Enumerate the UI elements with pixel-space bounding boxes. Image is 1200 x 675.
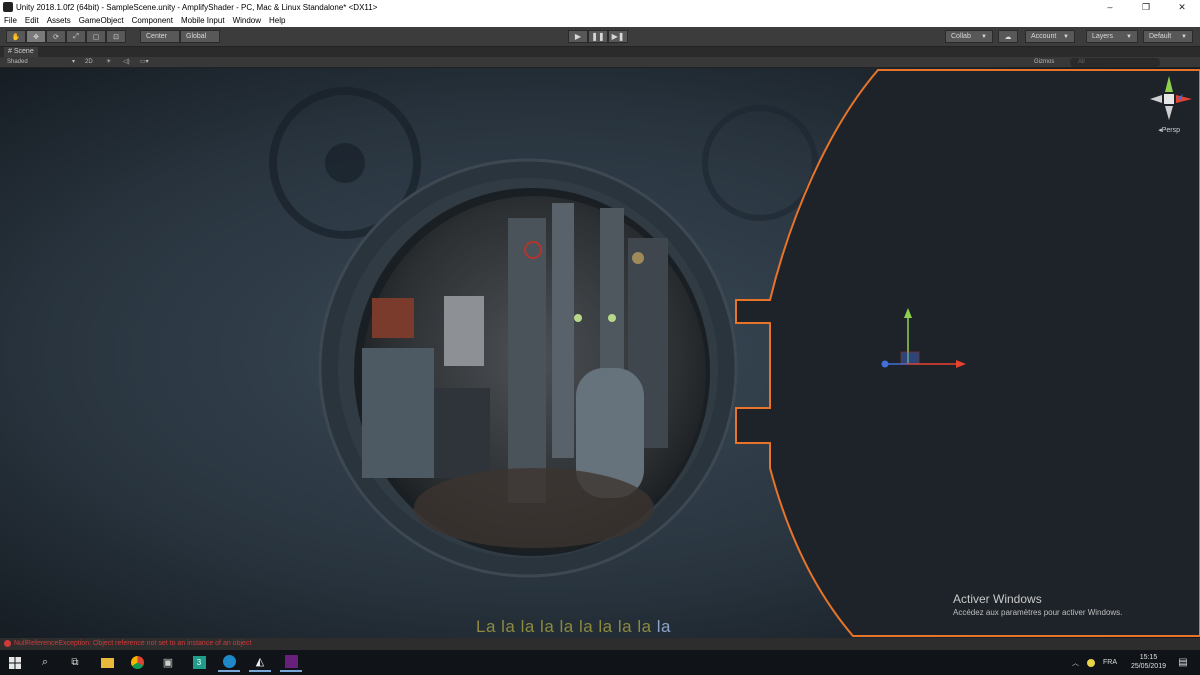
menu-file[interactable]: File	[4, 16, 17, 25]
chevron-down-icon: ▾	[72, 59, 76, 65]
task-view-icon[interactable]: ⧉	[64, 653, 86, 672]
cloud-group: ☁	[998, 30, 1018, 43]
rotate-tool-icon[interactable]: ⟳	[46, 30, 66, 43]
move-tool-icon[interactable]: ✥	[26, 30, 46, 43]
menu-edit[interactable]: Edit	[25, 16, 39, 25]
scale-tool-icon[interactable]: ⤢	[66, 30, 86, 43]
collab-label: Collab	[951, 33, 971, 40]
minimize-button[interactable]: –	[1092, 0, 1128, 14]
lyrics-main: La la la la la la la la la	[476, 617, 652, 636]
layout-label: Default	[1149, 33, 1172, 40]
pause-button[interactable]: ❚❚	[588, 30, 608, 43]
visual-studio-icon[interactable]	[280, 653, 302, 672]
tray-chevron-up-icon[interactable]: ︿	[1072, 658, 1079, 668]
lyrics-last-word: la	[656, 617, 672, 636]
title-bar: Unity 2018.1.0f2 (64bit) - SampleScene.u…	[0, 0, 1200, 14]
scene-tab-label: Scene	[13, 48, 34, 55]
chevron-down-icon: ▼	[981, 33, 987, 40]
main-toolbar: ✋ ✥ ⟳ ⤢ ▢ ⊡ Center Global ▶ ❚❚ ▶❚ Collab…	[0, 27, 1200, 47]
app-3-icon[interactable]: 3	[188, 653, 210, 672]
play-button[interactable]: ▶	[568, 30, 588, 43]
menu-gameobject[interactable]: GameObject	[79, 16, 124, 25]
account-group: Account ▼	[1025, 30, 1075, 43]
cloud-icon[interactable]: ☁	[998, 30, 1018, 43]
search-icon[interactable]: ⌕	[34, 653, 56, 672]
pivot-label: Center	[146, 33, 168, 40]
chevron-down-icon: ▼	[1181, 33, 1187, 40]
close-button[interactable]: ✕	[1164, 0, 1200, 14]
system-tray: ︿ FRA	[1072, 650, 1117, 675]
pivot-center-button[interactable]: Center	[140, 30, 180, 43]
activation-watermark-title: Activer Windows	[953, 592, 1042, 606]
hand-tool-icon[interactable]: ✋	[6, 30, 26, 43]
play-controls: ▶ ❚❚ ▶❚	[568, 30, 628, 43]
tray-status-icon[interactable]	[1087, 658, 1095, 667]
chrome-icon[interactable]	[126, 653, 148, 672]
error-message: NullReferenceException: Object reference…	[14, 640, 252, 647]
windows-start-icon[interactable]	[4, 653, 26, 672]
menu-bar: File Edit Assets GameObject Component Mo…	[0, 14, 1200, 27]
chevron-down-icon: ▼	[1126, 33, 1132, 40]
scene-tab-strip: # Scene	[0, 47, 1200, 57]
clock-time: 15:15	[1139, 654, 1158, 661]
projection-text: Persp	[1161, 127, 1180, 134]
menu-component[interactable]: Component	[132, 16, 173, 25]
space-global-button[interactable]: Global	[180, 30, 220, 43]
subtitle-lyrics: La la la la la la la la la la	[476, 617, 671, 637]
taskbar-clock[interactable]: 15:15 25/05/2019	[1131, 653, 1166, 671]
menu-window[interactable]: Window	[233, 16, 261, 25]
notifications-icon[interactable]: ▤	[1172, 653, 1194, 672]
language-indicator[interactable]: FRA	[1103, 659, 1117, 666]
unity-taskbar-icon[interactable]: ◭	[249, 653, 271, 672]
menu-help[interactable]: Help	[269, 16, 285, 25]
scene-viewport[interactable]: ◂Persp Activer Windows Accédez aux param…	[0, 68, 1200, 638]
file-explorer-icon[interactable]	[96, 653, 118, 672]
scene-icon: #	[8, 48, 12, 55]
unity-logo-icon	[3, 2, 13, 12]
shading-mode-dropdown[interactable]: Shaded	[7, 58, 28, 67]
rect-tool-icon[interactable]: ▢	[86, 30, 106, 43]
globe-app-icon[interactable]	[218, 653, 240, 672]
transform-tool-icon[interactable]: ⊡	[106, 30, 126, 43]
audio-toggle-icon[interactable]: ◁)	[123, 58, 130, 67]
gizmos-dropdown[interactable]: Gizmos	[1034, 58, 1054, 67]
chevron-down-icon: ▼	[1063, 33, 1069, 40]
scene-render	[0, 68, 1200, 638]
projection-label[interactable]: ◂Persp	[1158, 126, 1180, 134]
scene-view-header: Shaded ▾ 2D ☀ ◁) ▭▾ Gizmos All	[0, 57, 1200, 68]
lighting-toggle-icon[interactable]: ☀	[106, 58, 111, 67]
pivot-toggles: Center Global	[140, 30, 220, 43]
clock-date: 25/05/2019	[1130, 663, 1166, 670]
layout-group: Default ▼	[1143, 30, 1193, 43]
photos-icon[interactable]: ▣	[157, 653, 179, 672]
activation-watermark-subtitle: Accédez aux paramètres pour activer Wind…	[953, 608, 1123, 617]
layout-dropdown[interactable]: Default ▼	[1143, 30, 1193, 43]
layers-group: Layers ▼	[1086, 30, 1138, 43]
menu-mobile-input[interactable]: Mobile Input	[181, 16, 225, 25]
step-button[interactable]: ▶❚	[608, 30, 628, 43]
layers-label: Layers	[1092, 33, 1114, 40]
windows-taskbar: ⌕ ⧉ ▣ 3 ◭ ︿ FRA 15:15 25/05/2019 ▤	[0, 650, 1200, 675]
layers-dropdown[interactable]: Layers ▼	[1086, 30, 1138, 43]
effects-toggle-icon[interactable]: ▭▾	[140, 58, 149, 67]
transform-tools: ✋ ✥ ⟳ ⤢ ▢ ⊡	[6, 30, 126, 43]
console-status-bar[interactable]: NullReferenceException: Object reference…	[0, 638, 1200, 650]
space-label: Global	[186, 33, 207, 40]
window-title: Unity 2018.1.0f2 (64bit) - SampleScene.u…	[16, 2, 378, 12]
maximize-button[interactable]: ❐	[1128, 0, 1164, 14]
tab-scene[interactable]: # Scene	[4, 47, 38, 57]
collab-dropdown[interactable]: Collab ▼	[945, 30, 993, 43]
account-dropdown[interactable]: Account ▼	[1025, 30, 1075, 43]
collab-group: Collab ▼	[945, 30, 993, 43]
account-label: Account	[1031, 33, 1057, 40]
menu-assets[interactable]: Assets	[47, 16, 71, 25]
error-icon	[4, 639, 11, 647]
mode-2d-toggle[interactable]: 2D	[85, 58, 93, 67]
scene-search-input[interactable]: All	[1070, 58, 1160, 67]
